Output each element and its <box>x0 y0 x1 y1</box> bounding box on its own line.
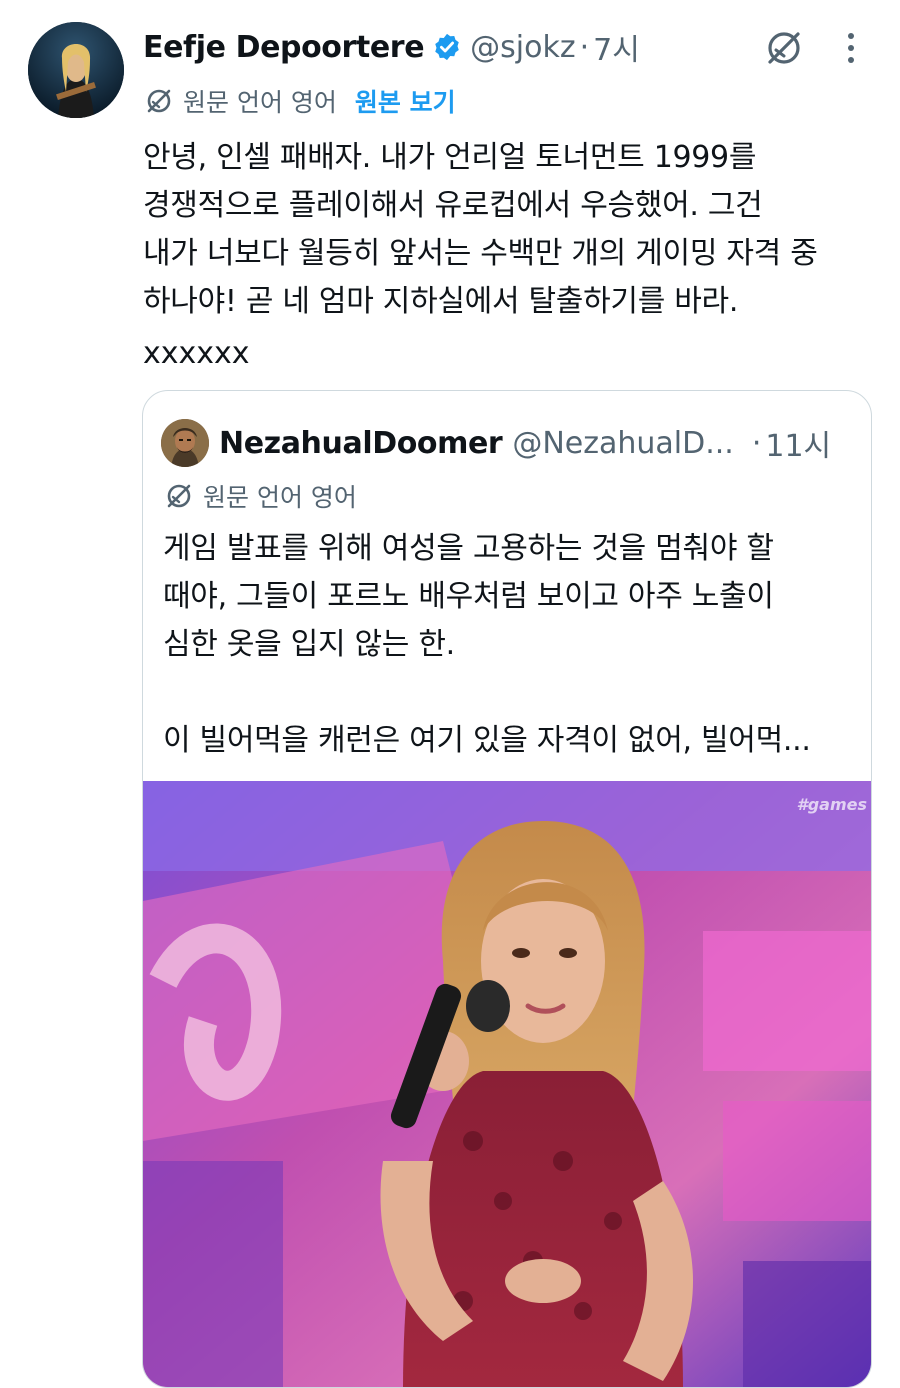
media-watermark: #games <box>796 795 867 814</box>
tweet-signoff: xxxxxx <box>143 336 250 371</box>
quoted-translation-label: 원문 언어 영어 <box>203 483 357 512</box>
verified-badge-icon <box>435 33 459 61</box>
tweet-text-line: 안녕, 인셀 패배자. 내가 언리얼 토너먼트 1999를 <box>143 140 757 175</box>
translate-icon <box>147 89 171 113</box>
quoted-tweet-header: NezahualDoomer @NezahualD... · 11시 <box>219 421 831 465</box>
translation-row: 원문 언어 영어 원본 보기 <box>143 82 456 120</box>
quoted-text-gap <box>163 669 853 717</box>
tweet-text-line: 내가 너보다 월등히 앞서는 수백만 개의 게이밍 자격 중 <box>143 236 818 271</box>
show-original-link[interactable]: 원본 보기 <box>355 83 456 119</box>
tweet-text-line: 하나야! 곧 네 엄마 지하실에서 탈출하기를 바라. <box>143 284 739 319</box>
author-handle[interactable]: @sjokz <box>470 30 575 65</box>
tweet-time[interactable]: 7시 <box>593 25 640 69</box>
tweet-text: 안녕, 인셀 패배자. 내가 언리얼 토너먼트 1999를 경쟁적으로 플레이해… <box>143 134 878 326</box>
author-name[interactable]: Eefje Depoortere <box>143 30 425 65</box>
quoted-author-avatar-image <box>161 419 209 467</box>
more-options-icon-dot <box>848 45 854 51</box>
quoted-media-image[interactable]: #games <box>143 781 871 1387</box>
more-options-icon <box>848 33 854 39</box>
quoted-tweet-time[interactable]: 11시 <box>765 421 831 465</box>
more-options-icon-dot <box>848 57 854 63</box>
quoted-author-handle[interactable]: @NezahualD... <box>512 426 733 461</box>
translation-label: 원문 언어 영어 <box>183 88 337 117</box>
translate-icon <box>167 484 191 508</box>
quoted-text-line: 게임 발표를 위해 여성을 고용하는 것을 멈춰야 할 <box>163 531 774 566</box>
quoted-text-line: 심한 옷을 입지 않는 한. <box>163 627 455 662</box>
grok-icon <box>768 32 800 64</box>
tweet-text-line: 경쟁적으로 플레이해서 유로컵에서 우승했어. 그건 <box>143 188 763 223</box>
more-options-button[interactable] <box>836 28 866 68</box>
author-avatar-image <box>28 22 124 118</box>
quoted-author-name[interactable]: NezahualDoomer <box>219 426 503 461</box>
grok-button[interactable] <box>762 26 806 70</box>
stage-presenter-photo <box>143 781 871 1387</box>
author-avatar[interactable] <box>28 22 124 118</box>
quoted-text-line: 때야, 그들이 포르노 배우처럼 보이고 아주 노출이 <box>163 579 774 614</box>
quoted-tweet[interactable]: NezahualDoomer @NezahualD... · 11시 원문 언어… <box>142 390 872 1388</box>
header-separator: · <box>579 29 590 65</box>
quoted-text-line-truncated: 이 빌어먹을 캐런은 여기 있을 자격이 없어, 빌어먹... <box>163 723 811 758</box>
quoted-tweet-text: 게임 발표를 위해 여성을 고용하는 것을 멈춰야 할 때야, 그들이 포르노 … <box>163 525 853 765</box>
tweet-header: Eefje Depoortere @sjokz · 7시 <box>143 24 640 70</box>
quoted-header-separator: · <box>751 425 762 461</box>
quoted-author-avatar[interactable] <box>161 419 209 467</box>
quoted-translation-row: 원문 언어 영어 <box>163 477 357 515</box>
